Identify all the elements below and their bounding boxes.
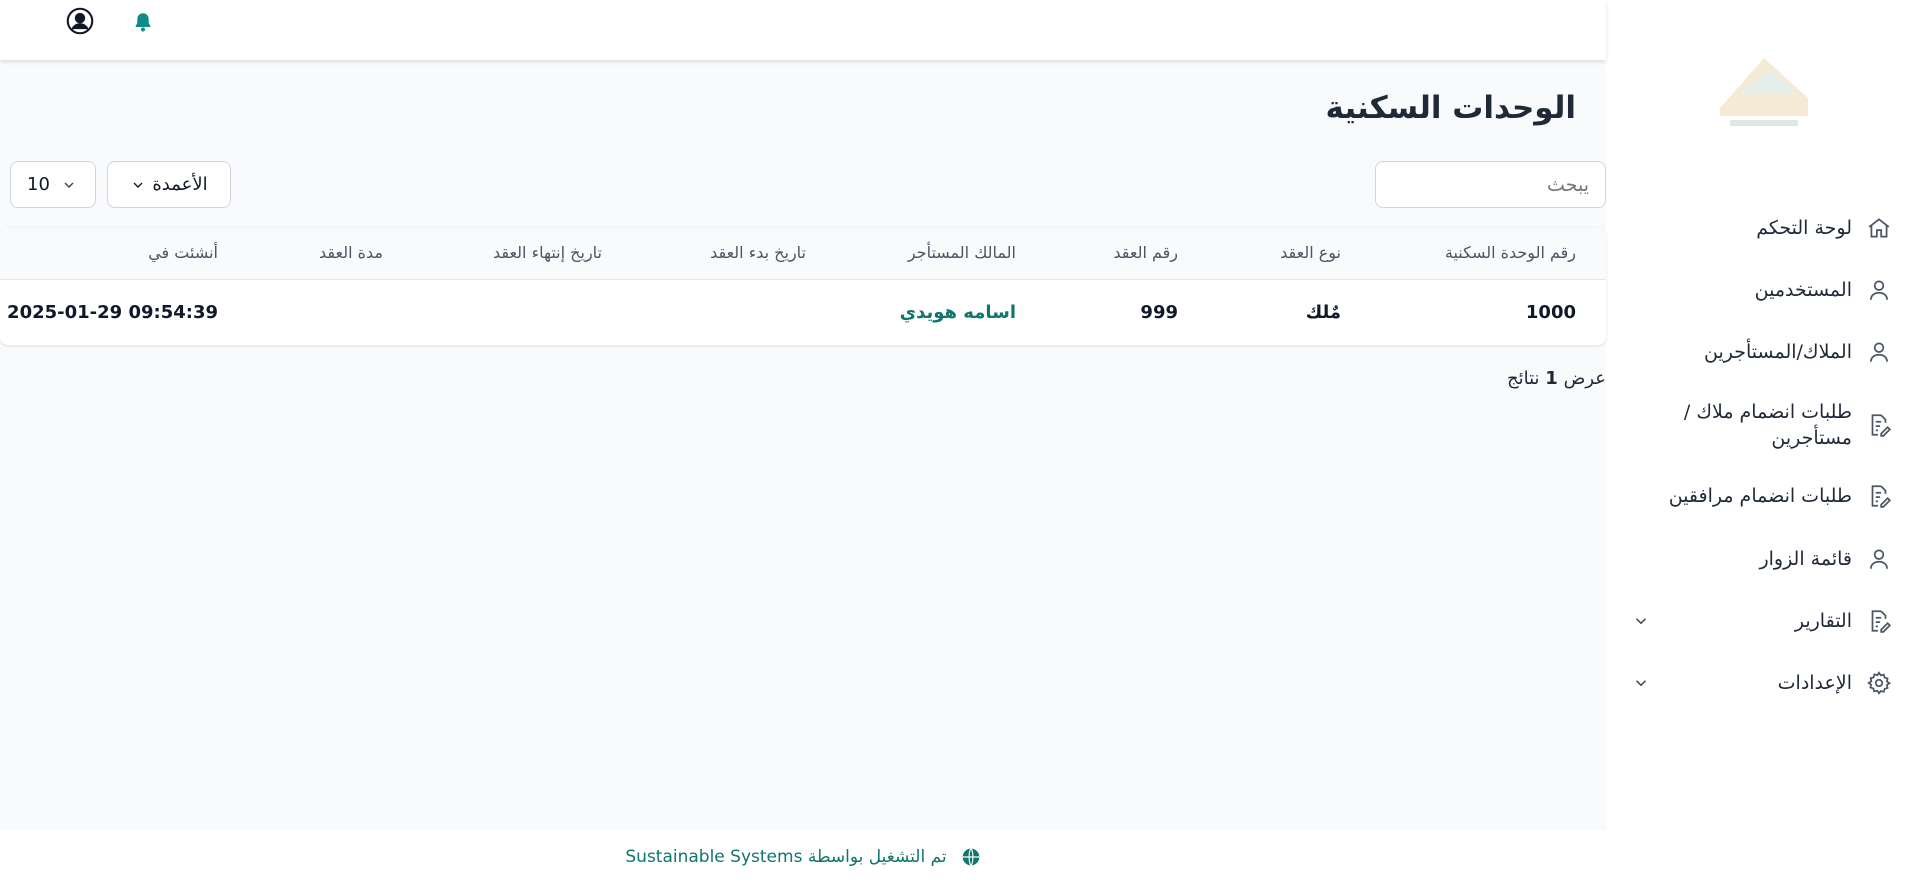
column-header[interactable]: رقم العقد xyxy=(1113,243,1178,262)
contract-type-cell: مٌلك xyxy=(1305,302,1341,323)
sidebar-item-label: لوحة التحكم xyxy=(1756,217,1852,239)
units-table: رقم الوحدة السكنية نوع العقد رقم العقد ا… xyxy=(0,228,1606,345)
sidebar-item-visitors[interactable]: قائمة الزوار xyxy=(1612,537,1912,581)
created-at-cell: 2025-01-29 09:54:39 xyxy=(7,302,218,323)
edit-document-icon xyxy=(1866,412,1892,438)
sidebar-item-reports[interactable]: التقارير xyxy=(1612,599,1912,643)
sidebar-item-label: الملاك/المستأجرين xyxy=(1704,341,1852,363)
owner-tenant-link[interactable]: اسامه هويدي xyxy=(900,302,1016,323)
chevron-down-icon[interactable] xyxy=(1632,674,1650,692)
top-bar xyxy=(0,0,1606,60)
footer: تم التشغيل بواسطة Sustainable Systems xyxy=(0,830,1606,885)
column-header[interactable]: رقم الوحدة السكنية xyxy=(1445,243,1576,262)
sidebar-item-label: طلبات انضمام ملاك / مستأجرين xyxy=(1683,401,1852,449)
sidebar-item-dashboard[interactable]: لوحة التحكم xyxy=(1612,206,1912,250)
edit-document-icon xyxy=(1866,608,1892,634)
sidebar-item-label: التقارير xyxy=(1794,610,1852,632)
unit-number-cell: 1000 xyxy=(1525,302,1576,323)
sidebar-item-settings[interactable]: الإعدادات xyxy=(1612,661,1912,705)
columns-toggle-button[interactable]: الأعمدة xyxy=(107,161,231,208)
chevron-down-icon[interactable] xyxy=(1632,612,1650,630)
results-count: عرض 1 نتائج xyxy=(1507,368,1606,389)
sidebar-item-users[interactable]: المستخدمين xyxy=(1612,268,1912,312)
table-header: رقم الوحدة السكنية نوع العقد رقم العقد ا… xyxy=(0,228,1606,280)
user-icon xyxy=(1866,277,1892,303)
page-title: الوحدات السكنية xyxy=(1325,90,1576,126)
table-row[interactable]: 1000 مٌلك 999 اسامه هويدي 2025-01-29 09:… xyxy=(0,280,1606,345)
footer-text[interactable]: تم التشغيل بواسطة Sustainable Systems xyxy=(625,847,946,867)
results-prefix: عرض xyxy=(1563,368,1606,389)
results-suffix: نتائج xyxy=(1507,368,1540,389)
sidebar-item-owner-requests[interactable]: طلبات انضمام ملاك / مستأجرين xyxy=(1612,396,1912,454)
globe-icon xyxy=(961,847,981,867)
brand-logo xyxy=(1700,38,1828,138)
sidebar-item-owners-tenants[interactable]: الملاك/المستأجرين xyxy=(1612,330,1912,374)
sidebar-item-label: قائمة الزوار xyxy=(1759,548,1852,570)
sidebar-item-label: الإعدادات xyxy=(1777,672,1852,694)
sidebar: لوحة التحكم المستخدمين الملاك/المستأجرين… xyxy=(1612,0,1912,885)
sidebar-item-label: طلبات انضمام مرافقين xyxy=(1668,485,1852,507)
gear-icon xyxy=(1866,670,1892,696)
column-header[interactable]: تاريخ إنتهاء العقد xyxy=(493,243,602,262)
column-header[interactable]: تاريخ بدء العقد xyxy=(710,243,806,262)
user-icon xyxy=(1866,339,1892,365)
bell-icon[interactable] xyxy=(132,11,154,33)
home-icon xyxy=(1866,215,1892,241)
column-header[interactable]: المالك المستأجر xyxy=(908,243,1016,262)
user-circle-icon[interactable] xyxy=(66,7,94,35)
edit-document-icon xyxy=(1866,483,1892,509)
column-header[interactable]: مدة العقد xyxy=(319,243,383,262)
user-icon xyxy=(1866,546,1892,572)
search-input[interactable] xyxy=(1375,161,1606,208)
chevron-down-icon xyxy=(130,177,146,193)
per-page-value: 10 xyxy=(27,174,50,195)
column-header[interactable]: نوع العقد xyxy=(1280,243,1341,262)
columns-button-label: الأعمدة xyxy=(152,174,208,195)
chevron-down-icon xyxy=(61,177,77,193)
contract-number-cell: 999 xyxy=(1140,302,1178,323)
column-header[interactable]: أنشئت في xyxy=(148,243,218,262)
sidebar-item-companion-requests[interactable]: طلبات انضمام مرافقين xyxy=(1612,474,1912,518)
main-content: الوحدات السكنية الأعمدة 10 رقم الوحدة ال… xyxy=(0,60,1606,830)
per-page-select[interactable]: 10 xyxy=(10,161,96,208)
results-number: 1 xyxy=(1545,368,1558,389)
sidebar-item-label: المستخدمين xyxy=(1754,279,1852,301)
